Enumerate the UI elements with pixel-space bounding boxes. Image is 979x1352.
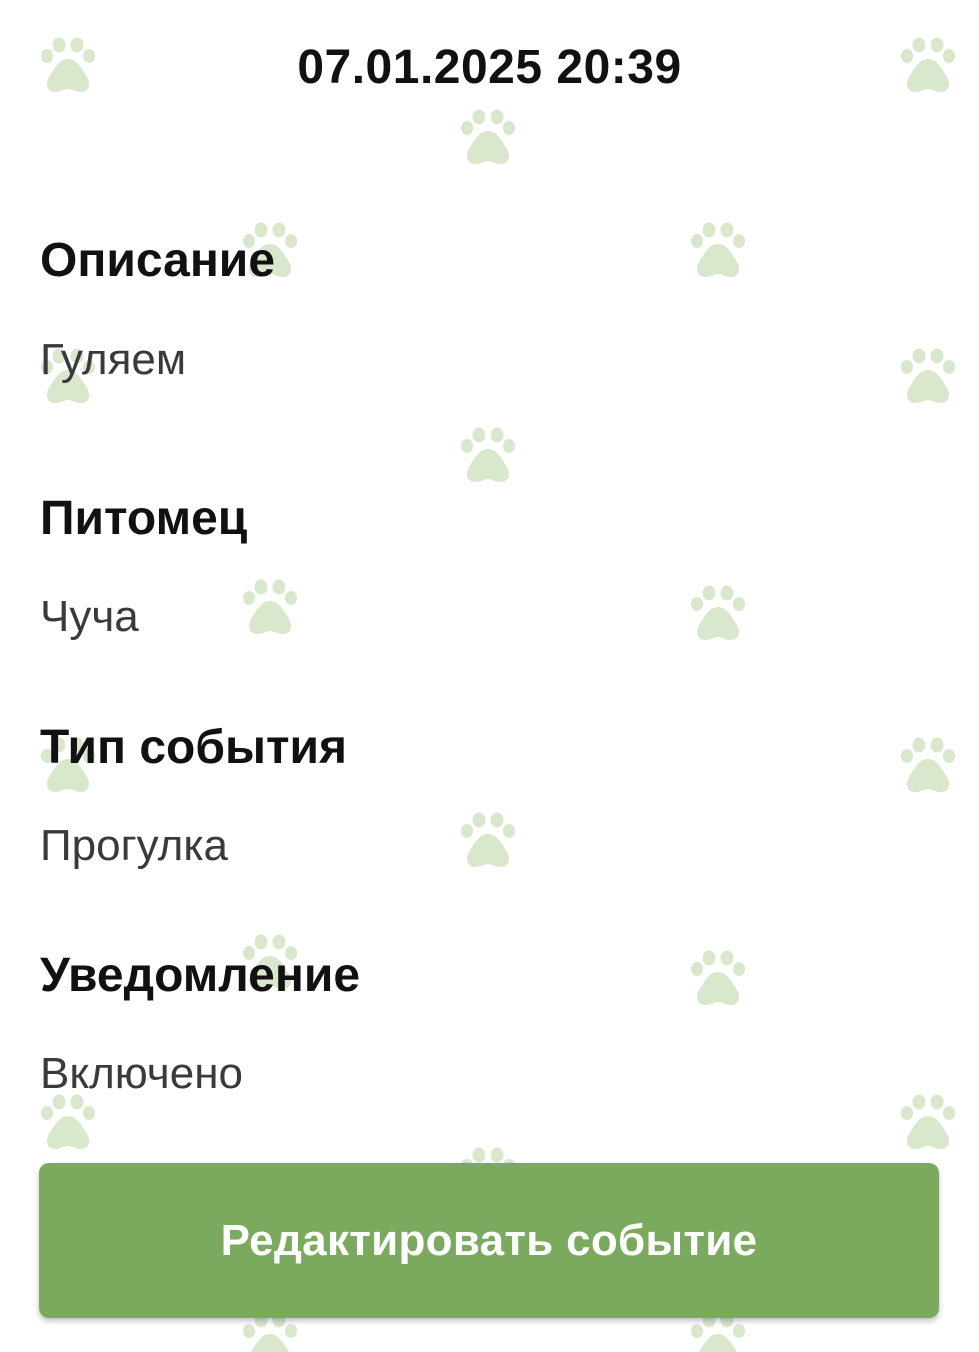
- event-type-label: Тип события: [40, 721, 348, 774]
- edit-event-button-label: Редактировать событие: [220, 1215, 758, 1265]
- pet-label: Питомец: [40, 492, 248, 545]
- event-datetime: 07.01.2025 20:39: [297, 41, 682, 94]
- description-label: Описание: [40, 234, 276, 287]
- event-details-screen: 07.01.2025 20:39 Описание Гуляем Питомец…: [0, 0, 979, 1352]
- notification-value: Включено: [40, 1049, 243, 1098]
- edit-event-button[interactable]: Редактировать событие: [39, 1163, 939, 1318]
- pet-value: Чуча: [40, 592, 139, 641]
- event-details-content: 07.01.2025 20:39 Описание Гуляем Питомец…: [0, 0, 979, 1352]
- notification-label: Уведомление: [40, 949, 361, 1002]
- event-type-value: Прогулка: [40, 821, 229, 870]
- description-value: Гуляем: [40, 335, 187, 384]
